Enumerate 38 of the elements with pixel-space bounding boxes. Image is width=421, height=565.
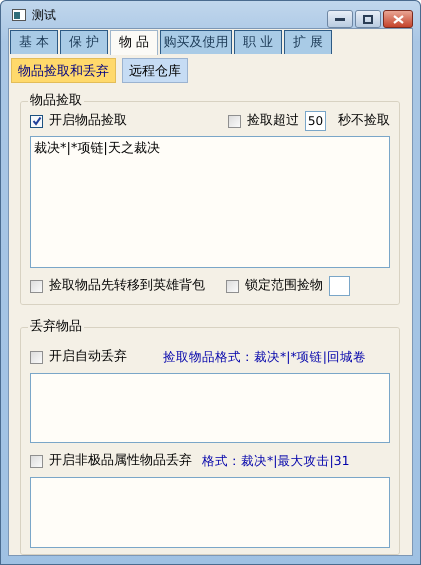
tab[interactable]: 职 业 [234,30,282,54]
seconds-field[interactable]: 50 [305,111,326,131]
maximize-button[interactable] [355,10,381,28]
tab[interactable]: 保 护 [60,30,108,54]
pickup-list-field[interactable]: 裁决*|*项链|天之裁决 [30,136,390,268]
app-icon [12,8,26,20]
checkbox[interactable] [30,454,43,468]
checkbox-label: 捡取物品先转移到英雄背包 [49,277,205,296]
tab[interactable]: 购买及使用 [160,30,232,54]
attribute-discard-field[interactable] [30,477,390,548]
close-icon [392,14,404,24]
checkbox-label: 开启物品捡取 [49,112,127,130]
checkbox-label: 开启非极品属性物品丢弃 [49,452,192,470]
seconds-label: 秒不捡取 [338,112,390,130]
checkbox-label: 开启自动丢弃 [49,348,127,366]
format-hint: 捡取物品格式：裁决*|*项链|回城卷 [163,348,366,366]
checkbox[interactable] [226,280,239,292]
checkbox[interactable] [30,350,43,364]
subtab[interactable]: 远程仓库 [122,58,188,83]
checkbox[interactable] [30,280,43,292]
tab[interactable]: 扩 展 [284,30,332,54]
format-hint: 格式：裁决*|最大攻击|31 [202,452,350,470]
subtab[interactable]: 物品捡取和丢弃 [11,58,116,83]
group-title: 丢弃物品 [28,319,84,335]
checkbox-label: 捡取超过 [247,112,299,130]
checkbox[interactable] [228,114,241,128]
minimize-icon [335,17,345,21]
close-button[interactable] [383,10,413,28]
maximize-icon [363,14,373,24]
group-title: 物品捡取 [28,93,84,109]
tab[interactable]: 物 品 [110,30,158,55]
window-title: 测试 [32,6,56,24]
minimize-button[interactable] [327,10,353,28]
range-field[interactable] [329,276,350,296]
discard-list-field[interactable] [30,373,390,443]
checkbox[interactable] [30,114,43,128]
checkbox-label: 锁定范围捡物 [245,277,323,296]
tab[interactable]: 基 本 [10,30,58,54]
